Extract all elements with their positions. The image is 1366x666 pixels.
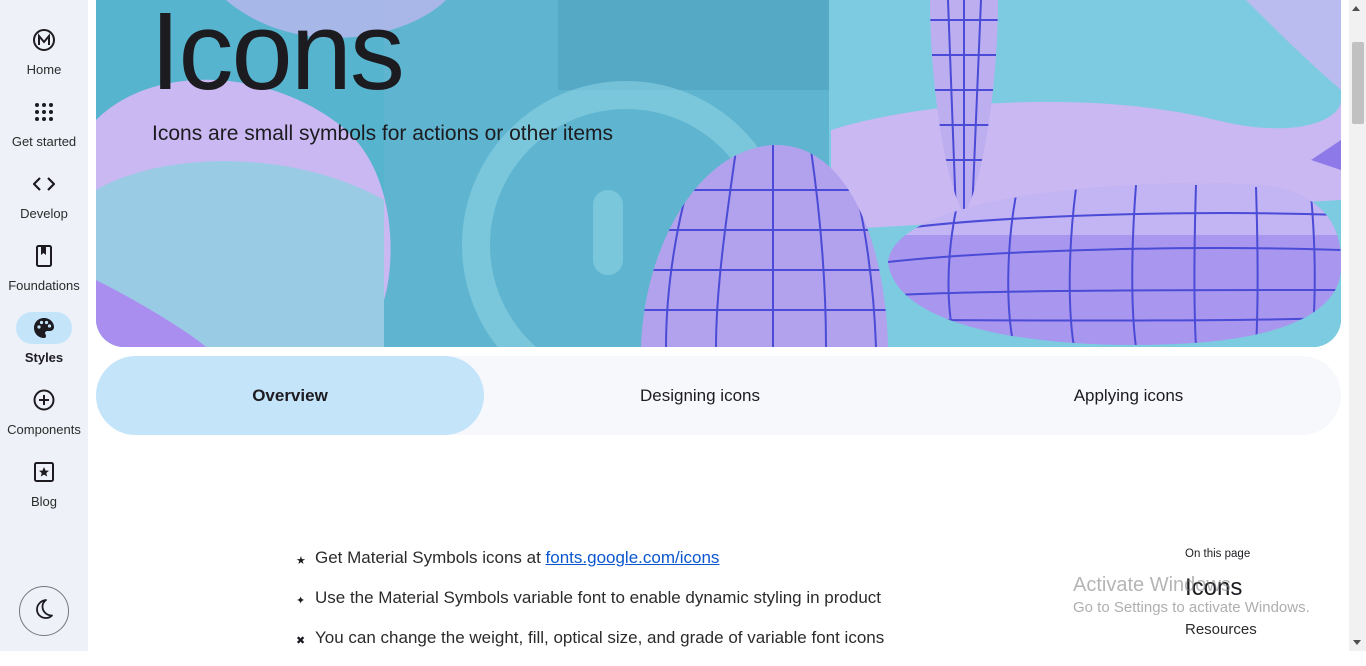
nav-label: Foundations: [8, 278, 80, 293]
activate-windows-subtitle: Go to Settings to activate Windows.: [1073, 599, 1310, 616]
nav-item-blog[interactable]: Blog: [0, 456, 88, 520]
nav-item-components[interactable]: Components: [0, 384, 88, 448]
page-title: Icons: [150, 0, 405, 113]
nav-label: Blog: [30, 494, 58, 509]
nav-item-home[interactable]: Home: [0, 24, 88, 88]
tab-overview[interactable]: Overview: [96, 356, 484, 435]
tab-designing-icons[interactable]: Designing icons: [494, 356, 906, 435]
list-item: ★ Get Material Symbols icons at fonts.go…: [296, 546, 884, 586]
page-subtitle: Icons are small symbols for actions or o…: [152, 122, 613, 145]
hero-banner: Icons Icons are small symbols for action…: [96, 0, 1341, 347]
tab-applying-icons[interactable]: Applying icons: [916, 356, 1341, 435]
nav-label: Home: [26, 62, 62, 77]
overview-list: ★ Get Material Symbols icons at fonts.go…: [296, 546, 884, 666]
star-frame-icon: [16, 456, 72, 488]
palette-icon: [16, 312, 72, 344]
add-circle-icon: [16, 384, 72, 416]
scroll-down-arrow-icon[interactable]: [1353, 640, 1361, 645]
nav-item-foundations[interactable]: Foundations: [0, 240, 88, 304]
nav-label: Develop: [20, 206, 68, 221]
material-logo-icon: [16, 24, 72, 56]
list-item: ✦ Use the Material Symbols variable font…: [296, 586, 884, 626]
list-item-text: Get Material Symbols icons at: [315, 548, 546, 567]
nav-label: Components: [7, 422, 81, 437]
sparkle-bullet-icon: ✦: [296, 595, 306, 607]
fonts-google-link[interactable]: fonts.google.com/icons: [546, 548, 720, 567]
dark-mode-moon-icon: [33, 598, 55, 625]
nav-label: Styles: [24, 350, 64, 365]
sparkle-bullet-icon: ✖: [296, 635, 306, 647]
list-item: ✖ You can change the weight, fill, optic…: [296, 626, 884, 666]
activate-windows-title: Activate Windows: [1073, 574, 1231, 596]
list-item-text: Use the Material Symbols variable font t…: [315, 588, 882, 607]
nav-item-styles[interactable]: Styles: [0, 312, 88, 376]
nav-label: Get started: [11, 134, 77, 149]
apps-grid-icon: [16, 96, 72, 128]
sparkle-bullet-icon: ★: [296, 555, 306, 567]
book-icon: [16, 240, 72, 272]
code-icon: [16, 168, 72, 200]
section-tabs: Overview Designing icons Applying icons: [96, 356, 1341, 435]
nav-item-get-started[interactable]: Get started: [0, 96, 88, 160]
scrollbar-thumb[interactable]: [1352, 42, 1364, 124]
toc-item-resources[interactable]: Resources: [1185, 621, 1257, 638]
navigation-rail: Home Get started Develop Foundations Sty…: [0, 0, 88, 651]
nav-item-develop[interactable]: Develop: [0, 168, 88, 232]
theme-toggle-button[interactable]: [19, 586, 69, 636]
scroll-up-arrow-icon[interactable]: [1352, 6, 1360, 11]
toc-heading: On this page: [1185, 548, 1251, 560]
list-item-text: You can change the weight, fill, optical…: [315, 628, 885, 647]
